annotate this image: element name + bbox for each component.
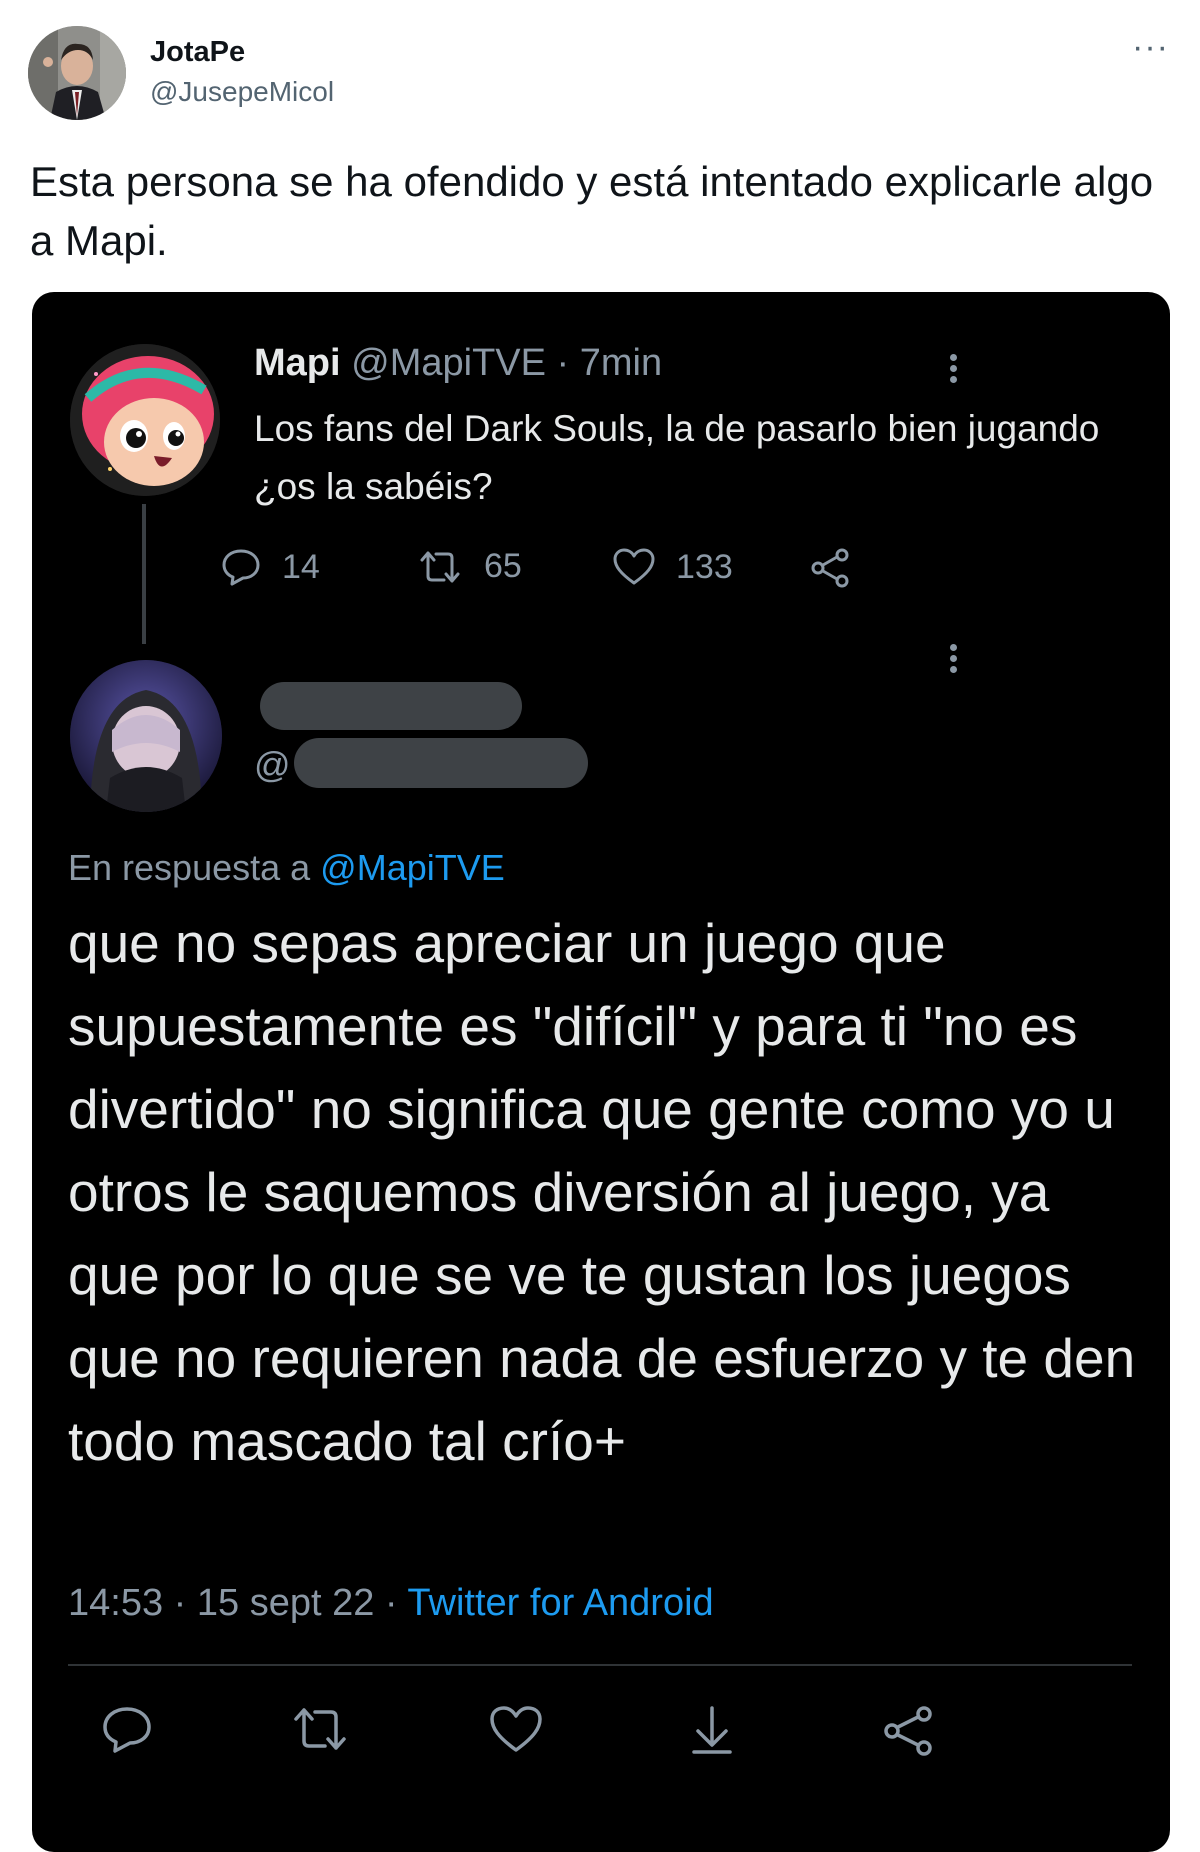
heart-icon xyxy=(613,548,655,585)
mapi-share-action xyxy=(808,547,872,589)
reply-icon xyxy=(222,549,260,586)
bottom-reply-icon xyxy=(103,1707,151,1753)
mapi-retweet-count: 65 xyxy=(484,547,522,585)
replying-to-link: @MapiTVE xyxy=(320,847,505,888)
divider xyxy=(68,1664,1132,1666)
mapi-avatar xyxy=(70,344,220,496)
bottom-heart-icon xyxy=(490,1706,542,1752)
reply-user-avatar xyxy=(70,660,222,812)
mapi-tweet-text: Los fans del Dark Souls, la de pasarlo b… xyxy=(254,408,1100,507)
author-avatar[interactable] xyxy=(28,26,126,120)
retweet-icon xyxy=(420,551,460,582)
reply-handle-prefix: @ xyxy=(254,744,291,785)
replying-to-line: En respuesta a @MapiTVE xyxy=(68,847,505,889)
more-options-icon[interactable]: ··· xyxy=(1132,28,1169,67)
bottom-share-icon xyxy=(884,1706,932,1756)
mapi-retweet-action: 65 xyxy=(416,547,522,586)
author-name[interactable]: JotaPe xyxy=(150,36,245,69)
thread-connector-line xyxy=(142,504,146,644)
reply-tweet-text: que no sepas apreciar un juego que supue… xyxy=(68,912,1136,1472)
bottom-retweet-icon xyxy=(294,1708,346,1750)
mapi-more-icon xyxy=(950,350,960,387)
mapi-avatar-image xyxy=(70,344,220,496)
redacted-handle xyxy=(294,738,588,788)
mapi-reply-count: 14 xyxy=(282,547,320,586)
share-icon xyxy=(811,548,849,588)
mapi-like-action: 133 xyxy=(612,547,733,587)
tweet-text: Esta persona se ha ofendido y está inten… xyxy=(30,158,1154,264)
mapi-reply-action: 14 xyxy=(220,547,320,587)
bottom-download-icon xyxy=(692,1706,732,1754)
reply-more-icon xyxy=(950,640,960,677)
replying-to-prefix: En respuesta a xyxy=(68,847,321,888)
redacted-display-name xyxy=(260,682,522,730)
mapi-handle-time: @MapiTVE · 7min xyxy=(351,342,663,384)
embedded-screenshot: Mapi @MapiTVE · 7min Los fans del Dark S… xyxy=(32,292,1170,1852)
reply-user-avatar-image xyxy=(70,660,222,812)
reply-timestamp-line: 14:53 · 15 sept 22 · Twitter for Android xyxy=(68,1582,714,1625)
mapi-like-count: 133 xyxy=(676,547,733,586)
reply-timestamp: 14:53 · 15 sept 22 · xyxy=(68,1582,408,1624)
reply-source-link: Twitter for Android xyxy=(407,1582,714,1624)
author-handle[interactable]: @JusepeMicol xyxy=(150,76,334,108)
author-avatar-image xyxy=(28,26,126,120)
mapi-name: Mapi xyxy=(254,342,341,384)
mapi-tweet-header: Mapi @MapiTVE · 7min xyxy=(254,342,662,385)
